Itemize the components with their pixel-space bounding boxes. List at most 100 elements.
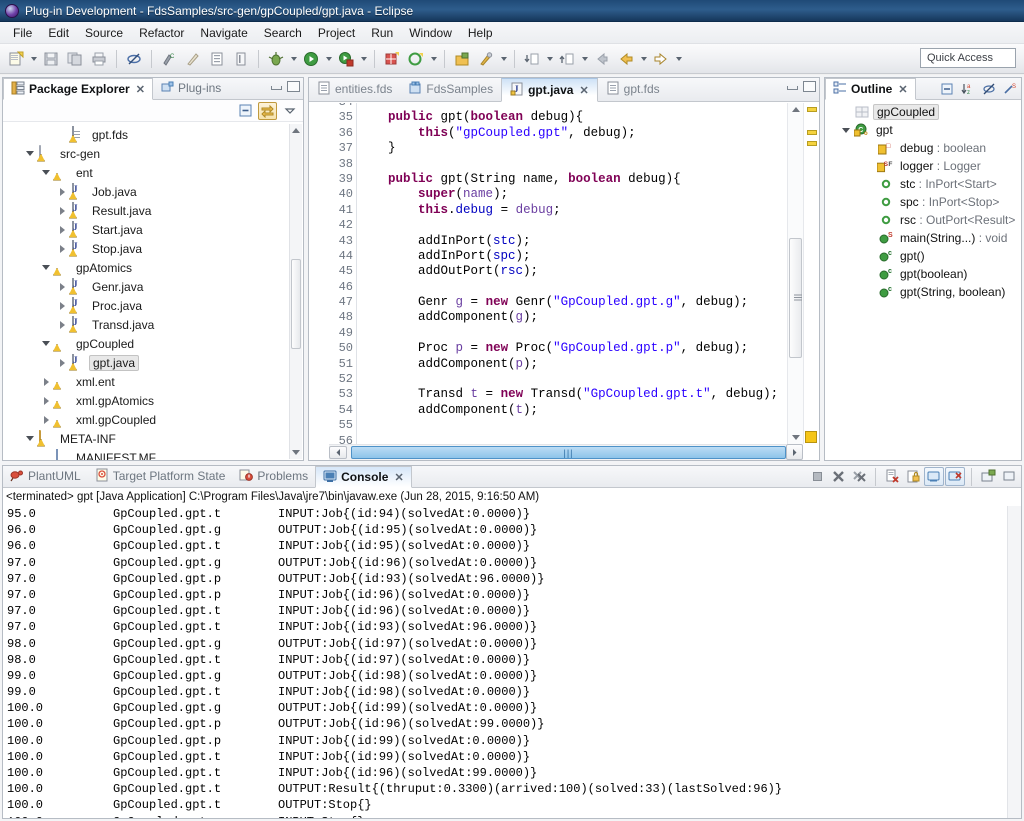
minimize-icon[interactable]	[786, 81, 799, 92]
code-line[interactable]: addComponent(g);	[358, 310, 786, 325]
twisty-collapsed-icon[interactable]	[39, 416, 53, 424]
debug-dropdown-icon[interactable]	[288, 48, 299, 70]
menu-run[interactable]: Run	[363, 24, 401, 42]
warning-marker[interactable]	[807, 107, 817, 112]
next-annotation-icon[interactable]	[521, 48, 543, 70]
menu-file[interactable]: File	[5, 24, 40, 42]
twisty-collapsed-icon[interactable]	[55, 188, 69, 196]
back-icon[interactable]	[591, 48, 613, 70]
scroll-down-icon[interactable]	[290, 446, 302, 459]
open-type-icon[interactable]	[206, 48, 228, 70]
maximize-icon[interactable]	[803, 81, 816, 92]
clear-console-icon[interactable]	[882, 467, 902, 486]
print-icon[interactable]	[88, 48, 110, 70]
menu-source[interactable]: Source	[77, 24, 131, 42]
twisty-collapsed-icon[interactable]	[55, 226, 69, 234]
collapse-all-icon[interactable]	[236, 102, 255, 120]
menu-navigate[interactable]: Navigate	[192, 24, 255, 42]
pin-console-icon[interactable]	[924, 467, 944, 486]
outline-item-logger[interactable]: S F logger : Logger	[825, 157, 1021, 175]
twisty-collapsed-icon[interactable]	[39, 397, 53, 405]
code-line[interactable]: super(name);	[358, 187, 786, 202]
quick-access-input[interactable]: Quick Access	[920, 48, 1016, 68]
twisty-collapsed-icon[interactable]	[55, 321, 69, 329]
tree-item-xml-gpatomics[interactable]: xml.gpAtomics	[3, 391, 303, 410]
run-dropdown-icon[interactable]	[323, 48, 334, 70]
open-perspective-icon[interactable]	[451, 48, 473, 70]
tree-item-transd-java[interactable]: Transd.java	[3, 315, 303, 334]
tree-item-job-java[interactable]: Job.java	[3, 182, 303, 201]
twisty-collapsed-icon[interactable]	[55, 359, 69, 367]
new-annotation-icon[interactable]	[405, 48, 427, 70]
menu-refactor[interactable]: Refactor	[131, 24, 192, 42]
tree-item-gpt-fds[interactable]: gpt.fds	[3, 125, 303, 144]
scroll-left-icon[interactable]	[329, 446, 347, 459]
code-line[interactable]: Proc p = new Proc("GpCoupled.gpt.p", deb…	[358, 341, 786, 356]
tree-item-xml-gpcoupled[interactable]: xml.gpCoupled	[3, 410, 303, 429]
outline-item-stc[interactable]: stc : InPort<Start>	[825, 175, 1021, 193]
code-line[interactable]: addComponent(p);	[358, 357, 786, 372]
search-dropdown-icon[interactable]	[498, 48, 509, 70]
editor-tab-gpt-java[interactable]: Jgpt.java ✕	[501, 78, 598, 102]
outline-item-gpt-string-boolean-[interactable]: c gpt(String, boolean)	[825, 283, 1021, 301]
outline-tree[interactable]: gpCoupled Co gpt □ debug : boolean S Flogger :…	[825, 101, 1021, 460]
save-all-icon[interactable]	[64, 48, 86, 70]
terminate-icon[interactable]	[807, 467, 827, 486]
debug-icon[interactable]	[265, 48, 287, 70]
view-menu-icon[interactable]	[999, 467, 1019, 486]
tree-item-meta-inf[interactable]: META-INF	[3, 429, 303, 448]
code-line[interactable]	[358, 103, 786, 110]
tree-item-manifest-mf[interactable]: MANIFEST.MF	[3, 448, 303, 460]
clean-icon[interactable]	[182, 48, 204, 70]
outline-item-gpt-boolean-[interactable]: c gpt(boolean)	[825, 265, 1021, 283]
code-line[interactable]: addComponent(t);	[358, 403, 786, 418]
editor-vertical-scrollbar[interactable]	[787, 103, 803, 444]
sort-icon[interactable]: az	[958, 80, 977, 98]
overview-ruler[interactable]	[803, 103, 819, 444]
code-line[interactable]	[358, 157, 786, 172]
forward-icon[interactable]	[650, 48, 672, 70]
run-coverage-dropdown-icon[interactable]	[358, 48, 369, 70]
scroll-up-icon[interactable]	[788, 103, 803, 116]
code-line[interactable]	[358, 326, 786, 341]
project-tree[interactable]: gpt.fds src-gen ent Job.java Result.java Star…	[3, 123, 303, 460]
maximize-icon[interactable]	[287, 81, 300, 92]
toggle-link-icon[interactable]	[123, 48, 145, 70]
tab-plug-ins[interactable]: Plug-ins	[153, 77, 228, 99]
tree-item-stop-java[interactable]: Stop.java	[3, 239, 303, 258]
new-annotation-dropdown-icon[interactable]	[428, 48, 439, 70]
previous-annotation-dropdown-icon[interactable]	[579, 48, 590, 70]
outline-item-gpt[interactable]: Co gpt	[825, 121, 1021, 139]
run-icon[interactable]	[300, 48, 322, 70]
outline-item-gpcoupled[interactable]: gpCoupled	[825, 103, 1021, 121]
menu-help[interactable]: Help	[460, 24, 501, 42]
tree-item-gpt-java[interactable]: gpt.java	[3, 353, 303, 372]
collapse-all-icon[interactable]	[937, 80, 956, 98]
menu-window[interactable]: Window	[401, 24, 460, 42]
open-task-icon[interactable]	[230, 48, 252, 70]
editor-code-area[interactable]: 3435363738394041424344454647484950515253…	[309, 103, 819, 460]
code-line[interactable]: addOutPort(rsc);	[358, 264, 786, 279]
new-wizard-dropdown-icon[interactable]	[28, 48, 39, 70]
new-wizard-icon[interactable]	[5, 48, 27, 70]
code-line[interactable]	[358, 434, 786, 444]
tree-item-result-java[interactable]: Result.java	[3, 201, 303, 220]
backward-history-icon[interactable]	[615, 48, 637, 70]
outline-item-gpt-[interactable]: c gpt()	[825, 247, 1021, 265]
twisty-expanded-icon[interactable]	[23, 436, 37, 441]
twisty-expanded-icon[interactable]	[839, 128, 853, 133]
code-line[interactable]	[358, 280, 786, 295]
save-icon[interactable]	[40, 48, 62, 70]
hide-fields-icon[interactable]	[979, 80, 998, 98]
previous-annotation-icon[interactable]	[556, 48, 578, 70]
twisty-expanded-icon[interactable]	[39, 170, 53, 175]
menu-search[interactable]: Search	[256, 24, 310, 42]
tab-console[interactable]: Console ✕	[315, 466, 412, 488]
remove-all-launches-icon[interactable]	[849, 467, 869, 486]
code-line[interactable]: Transd t = new Transd("GpCoupled.gpt.t",…	[358, 387, 786, 402]
twisty-collapsed-icon[interactable]	[39, 378, 53, 386]
tab-outline[interactable]: Outline ✕	[825, 78, 916, 100]
editor-tab-fdssamples[interactable]: FdsSamples	[400, 77, 501, 101]
hide-static-icon[interactable]: S	[1000, 80, 1019, 98]
view-menu-icon[interactable]	[280, 102, 299, 120]
